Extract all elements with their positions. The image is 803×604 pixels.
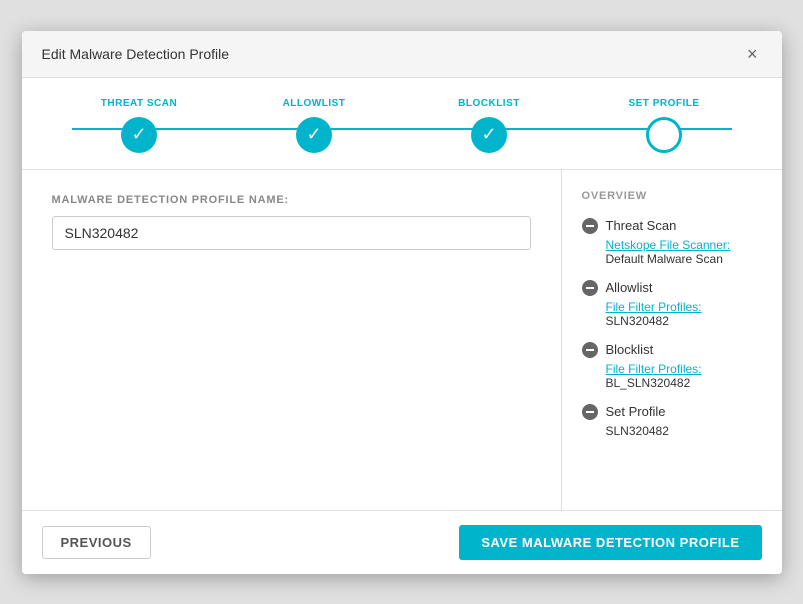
overview-sublabel-allowlist: File Filter Profiles: xyxy=(606,300,762,314)
dialog-body: MALWARE DETECTION PROFILE NAME: OVERVIEW… xyxy=(22,170,782,510)
left-panel: MALWARE DETECTION PROFILE NAME: xyxy=(22,170,562,510)
overview-item-header-set-profile: Set Profile xyxy=(582,404,762,420)
overview-subvalue-blocklist: BL_SLN320482 xyxy=(606,376,762,390)
step-circle-set-profile xyxy=(646,117,682,153)
overview-item-header-blocklist: Blocklist xyxy=(582,342,762,358)
overview-item-blocklist: Blocklist File Filter Profiles: BL_SLN32… xyxy=(582,342,762,390)
overview-subvalue-set-profile: SLN320482 xyxy=(606,424,762,438)
step-check-allowlist: ✓ xyxy=(306,124,321,145)
edit-malware-dialog: Edit Malware Detection Profile × THREAT … xyxy=(22,31,782,574)
overview-item-threat-scan: Threat Scan Netskope File Scanner: Defau… xyxy=(582,218,762,266)
step-circle-blocklist: ✓ xyxy=(471,117,507,153)
overview-sublabel-blocklist: File Filter Profiles: xyxy=(606,362,762,376)
dialog-title: Edit Malware Detection Profile xyxy=(42,46,230,62)
overview-subvalue-threat-scan: Default Malware Scan xyxy=(606,252,762,266)
overview-item-header-threat-scan: Threat Scan xyxy=(582,218,762,234)
step-set-profile: SET PROFILE xyxy=(577,98,752,153)
overview-name-set-profile: Set Profile xyxy=(606,404,666,419)
step-circle-threat-scan: ✓ xyxy=(121,117,157,153)
overview-item-allowlist: Allowlist File Filter Profiles: SLN32048… xyxy=(582,280,762,328)
step-threat-scan: THREAT SCAN ✓ xyxy=(52,98,227,153)
profile-name-label: MALWARE DETECTION PROFILE NAME: xyxy=(52,194,531,206)
step-allowlist: ALLOWLIST ✓ xyxy=(227,98,402,153)
overview-name-threat-scan: Threat Scan xyxy=(606,218,677,233)
minus-icon-threat-scan xyxy=(582,218,598,234)
step-circle-allowlist: ✓ xyxy=(296,117,332,153)
save-button[interactable]: SAVE MALWARE DETECTION PROFILE xyxy=(459,525,761,560)
minus-icon-blocklist xyxy=(582,342,598,358)
minus-icon-allowlist xyxy=(582,280,598,296)
step-label-blocklist: BLOCKLIST xyxy=(458,98,520,109)
dialog-footer: PREVIOUS SAVE MALWARE DETECTION PROFILE xyxy=(22,510,782,574)
overview-item-header-allowlist: Allowlist xyxy=(582,280,762,296)
step-blocklist: BLOCKLIST ✓ xyxy=(402,98,577,153)
overview-item-set-profile: Set Profile SLN320482 xyxy=(582,404,762,438)
dialog-header: Edit Malware Detection Profile × xyxy=(22,31,782,78)
step-check-blocklist: ✓ xyxy=(481,124,496,145)
stepper: THREAT SCAN ✓ ALLOWLIST ✓ BLOCKLIST ✓ xyxy=(52,98,752,153)
overview-title: OVERVIEW xyxy=(582,190,762,202)
overview-subvalue-allowlist: SLN320482 xyxy=(606,314,762,328)
right-panel: OVERVIEW Threat Scan Netskope File Scann… xyxy=(562,170,782,510)
step-label-threat-scan: THREAT SCAN xyxy=(101,98,177,109)
overview-sublabel-threat-scan: Netskope File Scanner: xyxy=(606,238,762,252)
overview-name-blocklist: Blocklist xyxy=(606,342,654,357)
previous-button[interactable]: PREVIOUS xyxy=(42,526,151,559)
step-label-set-profile: SET PROFILE xyxy=(628,98,699,109)
minus-icon-set-profile xyxy=(582,404,598,420)
overview-name-allowlist: Allowlist xyxy=(606,280,653,295)
close-button[interactable]: × xyxy=(743,45,762,63)
stepper-section: THREAT SCAN ✓ ALLOWLIST ✓ BLOCKLIST ✓ xyxy=(22,78,782,170)
step-label-allowlist: ALLOWLIST xyxy=(283,98,346,109)
step-check-threat-scan: ✓ xyxy=(131,124,146,145)
profile-name-input[interactable] xyxy=(52,216,531,250)
